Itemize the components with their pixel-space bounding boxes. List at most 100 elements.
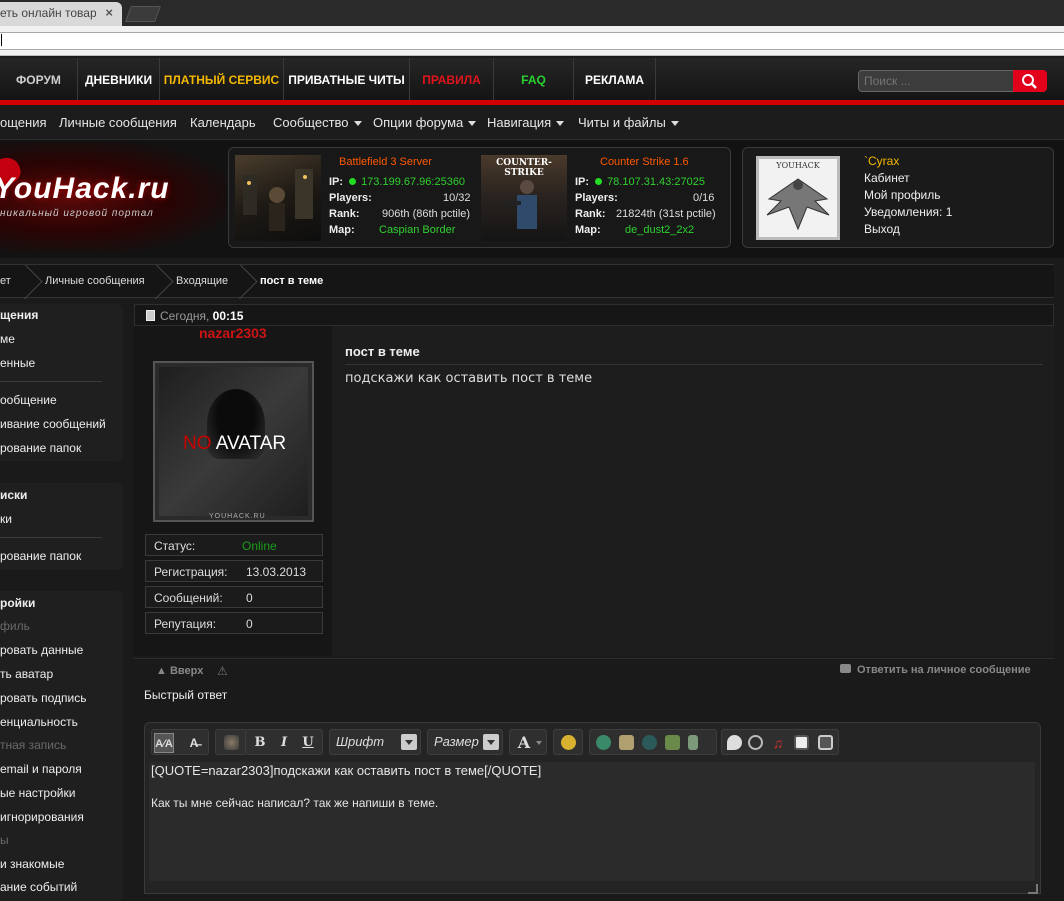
server-ip-value[interactable]: 173.199.67.96:25360 xyxy=(361,176,465,188)
sidebar-heading: иски xyxy=(0,488,28,502)
dropdown-arrow-icon xyxy=(401,734,417,750)
unlink-icon[interactable] xyxy=(642,735,657,750)
subnav-forum-options[interactable]: Опции форума xyxy=(373,115,477,130)
author-stat-reputation: Репутация: 0 xyxy=(145,612,323,634)
sidebar-item[interactable]: ание событий xyxy=(0,880,77,894)
switch-mode-icon[interactable]: A⁄A xyxy=(154,733,174,753)
sidebar-item[interactable]: игнорирования xyxy=(0,810,84,824)
sidebar-item[interactable]: енциальность xyxy=(0,715,78,729)
sidebar-item[interactable]: email и пароля xyxy=(0,762,82,776)
breadcrumb-item[interactable]: ет xyxy=(0,275,11,287)
toolbar-group-format: B I U xyxy=(245,729,323,755)
sidebar-item[interactable]: ообщение xyxy=(0,393,57,407)
smiley-icon[interactable] xyxy=(561,735,576,750)
music-note-icon[interactable]: ♫ xyxy=(768,733,788,753)
sidebar-item[interactable]: ки xyxy=(0,512,12,526)
post-author-name[interactable]: nazar2303 xyxy=(199,325,267,341)
italic-icon[interactable]: I xyxy=(274,733,294,753)
sidebar-item[interactable]: рование папок xyxy=(0,441,81,455)
font-select[interactable]: Шрифт xyxy=(329,729,421,755)
sidebar-item[interactable]: ые настройки xyxy=(0,786,75,800)
browser-tab[interactable]: еть онлайн товари × xyxy=(0,2,122,26)
address-input[interactable] xyxy=(0,32,1064,50)
attachment-icon[interactable] xyxy=(688,735,698,750)
my-profile-link[interactable]: Мой профиль xyxy=(864,188,941,202)
html-icon[interactable] xyxy=(818,735,833,750)
nav-forum[interactable]: ФОРУМ xyxy=(0,58,78,100)
search-input[interactable] xyxy=(858,70,1014,92)
paste-icon[interactable] xyxy=(224,735,239,750)
username-link[interactable]: `Cyrax xyxy=(864,154,899,168)
underline-icon[interactable]: U xyxy=(298,733,318,753)
back-to-top-link[interactable]: ▲ Вверх xyxy=(156,665,203,677)
address-bar[interactable] xyxy=(0,26,1064,56)
dropdown-arrow-icon xyxy=(483,734,499,750)
logout-link[interactable]: Выход xyxy=(864,222,900,236)
author-stat-registration: Регистрация: 13.03.2013 xyxy=(145,560,323,582)
post-author-avatar[interactable]: NO AVATAR YOUHACK.RU xyxy=(153,361,314,522)
subnav-private-messages[interactable]: Личные сообщения xyxy=(59,115,177,130)
logo-text: YouHack.ru xyxy=(0,172,170,205)
breadcrumb-item[interactable]: Входящие xyxy=(176,275,228,287)
avatar-watermark: YOUHACK.RU xyxy=(209,513,266,520)
link-icon[interactable] xyxy=(596,735,611,750)
size-select[interactable]: Размер xyxy=(427,729,503,755)
user-avatar[interactable]: YOUHACK xyxy=(756,156,840,240)
reply-textarea[interactable] xyxy=(149,762,1035,881)
breadcrumb-item[interactable]: Личные сообщения xyxy=(45,275,145,287)
breadcrumb-current: пост в теме xyxy=(260,275,324,287)
sidebar-item[interactable]: ивание сообщений xyxy=(0,417,106,431)
speech-bubble-icon xyxy=(840,664,851,673)
bold-icon[interactable]: B xyxy=(250,733,270,753)
server-title-1[interactable]: Battlefield 3 Server xyxy=(339,156,432,168)
code-icon[interactable] xyxy=(794,735,809,750)
tab-close-icon[interactable]: × xyxy=(105,5,113,20)
cabinet-link[interactable]: Кабинет xyxy=(864,171,910,185)
remove-format-icon[interactable]: A̶ xyxy=(184,733,204,753)
avatar-background: NO AVATAR YOUHACK.RU xyxy=(159,367,308,520)
search-button[interactable] xyxy=(1013,70,1047,92)
subnav-messages[interactable]: ощения xyxy=(0,115,47,130)
nav-private-cheats[interactable]: ПРИВАТНЫЕ ЧИТЫ xyxy=(284,58,410,100)
stat-label: Репутация: xyxy=(154,617,217,631)
server-title-2[interactable]: Counter Strike 1.6 xyxy=(600,156,689,168)
sidebar-item[interactable]: ть аватар xyxy=(0,667,53,681)
subnav-community[interactable]: Сообщество xyxy=(273,115,362,130)
chevron-down-icon xyxy=(670,121,679,127)
stat-value: Online xyxy=(242,539,277,553)
sidebar-item[interactable]: енные xyxy=(0,356,35,370)
nav-rules[interactable]: ПРАВИЛА xyxy=(410,58,494,100)
chevron-down-icon xyxy=(353,121,362,127)
subnav-calendar[interactable]: Календарь xyxy=(190,115,256,130)
sidebar-item[interactable]: и знакомые xyxy=(0,857,64,871)
subnav-messages-label: ощения xyxy=(0,115,47,130)
sidebar-item[interactable]: ровать данные xyxy=(0,643,83,657)
quote-icon[interactable] xyxy=(727,735,742,750)
no-avatar-avatar: AVATAR xyxy=(211,433,287,454)
font-select-label: Шрифт xyxy=(336,734,385,749)
text-color-icon[interactable]: A xyxy=(514,733,534,753)
nav-faq[interactable]: FAQ xyxy=(494,58,574,100)
post-text: подскажи как оставить пост в теме xyxy=(345,371,593,386)
server-ip-value[interactable]: 78.107.31.43:27025 xyxy=(607,176,705,188)
report-icon[interactable]: ⚠ xyxy=(217,664,228,678)
subnav-cheats-files[interactable]: Читы и файлы xyxy=(578,115,679,130)
image-icon[interactable] xyxy=(665,735,680,750)
sidebar-item[interactable]: рование папок xyxy=(0,549,81,563)
email-icon[interactable] xyxy=(619,735,634,750)
resize-handle-icon[interactable] xyxy=(1028,884,1038,894)
sidebar-item[interactable]: ровать подпись xyxy=(0,691,86,705)
nav-ads[interactable]: РЕКЛАМА xyxy=(574,58,656,100)
sidebar-item[interactable]: ме xyxy=(0,332,15,346)
new-tab-button[interactable] xyxy=(125,6,161,22)
site-logo[interactable]: YouHack.ru никальный игровой портал xyxy=(0,142,226,252)
sidebar-subheading: ы xyxy=(0,833,9,847)
server-image-counterstrike: COUNTER-STRIKE xyxy=(481,155,567,241)
nav-paid-service[interactable]: ПЛАТНЫЙ СЕРВИС xyxy=(160,58,284,100)
spoiler-icon[interactable] xyxy=(748,735,763,750)
subnav-navigation[interactable]: Навигация xyxy=(487,115,565,130)
sidebar-divider xyxy=(0,537,102,538)
reply-link[interactable]: Ответить на личное сообщение xyxy=(840,664,1031,676)
notifications-link[interactable]: Уведомления: 1 xyxy=(864,205,952,219)
nav-diaries[interactable]: ДНЕВНИКИ xyxy=(78,58,160,100)
